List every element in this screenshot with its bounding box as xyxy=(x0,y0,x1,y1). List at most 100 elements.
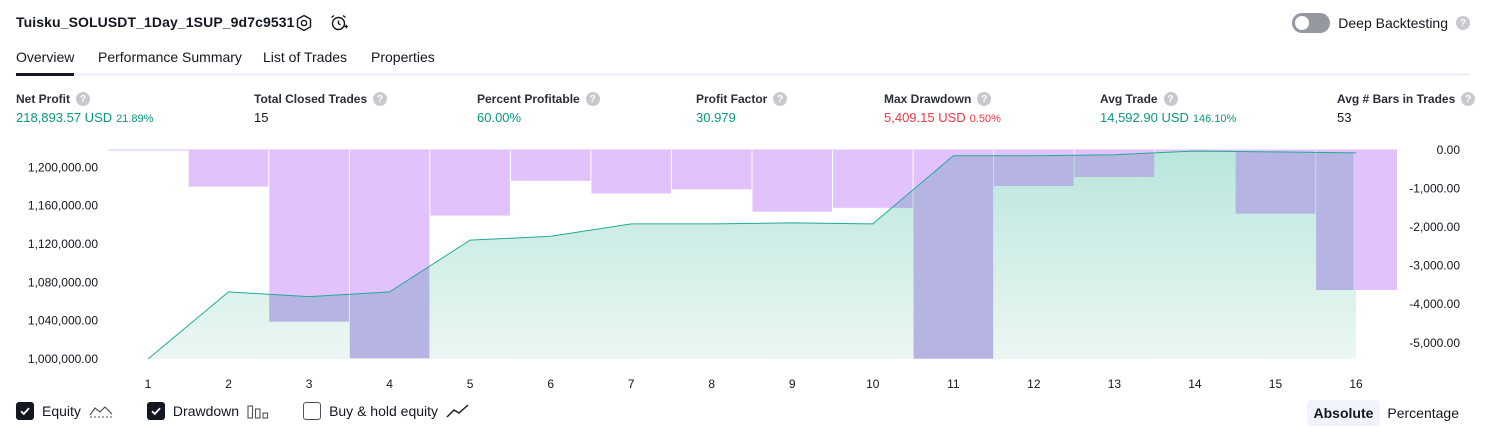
legend-buy-hold-equity[interactable]: Buy & hold equity xyxy=(303,402,470,420)
drawdown-label: Drawdown xyxy=(172,403,240,419)
x-axis-tick-label: 8 xyxy=(708,377,715,391)
metrics-row: Net Profit? 218,893.57 USD 21.89% Total C… xyxy=(0,92,1486,132)
metric-percent: 21.89% xyxy=(116,113,154,125)
drawdown-bar xyxy=(671,150,752,190)
info-icon[interactable]: ? xyxy=(373,92,388,106)
metric-net-profit: Net Profit? 218,893.57 USD 21.89% xyxy=(16,92,153,125)
drawdown-bar xyxy=(752,150,833,212)
drawdown-equity-overlap xyxy=(1235,151,1316,214)
buy-hold-label: Buy & hold equity xyxy=(329,403,439,419)
x-axis-tick-label: 6 xyxy=(547,377,554,391)
drawdown-equity-overlap xyxy=(269,294,349,322)
toggle-knob xyxy=(1295,16,1310,30)
drawdown-bar xyxy=(833,150,913,208)
metric-value: 5,409.15 USD xyxy=(884,110,966,125)
buy-hold-series-icon xyxy=(446,404,469,418)
info-icon[interactable]: ? xyxy=(76,92,90,106)
x-axis-tick-label: 5 xyxy=(467,377,474,391)
drawdown-equity-overlap xyxy=(1074,152,1155,177)
metric-avg-trade: Avg Trade? 14,592.90 USD 146.10% xyxy=(1100,92,1236,125)
left-axis-tick-label: 1,080,000.00 xyxy=(28,275,98,289)
chart-legend: Equity Drawdown Buy & hold equity xyxy=(16,402,504,420)
settings-icon[interactable] xyxy=(293,12,315,34)
strategy-title: Tuisku_SOLUSDT_1Day_1SUP_9d7c9531 xyxy=(16,14,295,30)
drawdown-bar xyxy=(591,150,671,194)
info-icon[interactable]: ? xyxy=(773,92,788,106)
x-axis-tick-label: 10 xyxy=(866,377,880,391)
drawdown-equity-overlap xyxy=(994,155,1074,187)
x-axis-tick-label: 11 xyxy=(947,377,960,391)
drawdown-checkbox[interactable] xyxy=(146,402,165,420)
drawdown-equity-overlap xyxy=(913,155,994,359)
x-axis-tick-label: 4 xyxy=(386,377,393,391)
x-axis-tick-label: 14 xyxy=(1188,377,1202,391)
x-axis-tick-label: 3 xyxy=(306,377,313,391)
metric-value: 53 xyxy=(1337,110,1352,125)
drawdown-equity-overlap xyxy=(1316,152,1354,290)
info-icon[interactable]: ? xyxy=(585,92,600,106)
percentage-button[interactable]: Percentage xyxy=(1380,400,1466,426)
tab-overview[interactable]: Overview xyxy=(16,49,75,76)
equity-checkbox[interactable] xyxy=(16,402,34,420)
right-axis-tick-label: -3,000.00 xyxy=(1409,259,1460,273)
metric-value: 60.00% xyxy=(477,110,522,125)
left-axis-tick-label: 1,160,000.00 xyxy=(28,199,98,213)
deep-backtesting-toggle[interactable] xyxy=(1292,13,1331,33)
metric-label: Net Profit xyxy=(16,92,70,106)
metric-percent: 146.10% xyxy=(1192,113,1237,125)
metric-percent: 0.50% xyxy=(969,113,1001,125)
metric-value: 30.979 xyxy=(696,110,736,125)
metric-label: Percent Profitable xyxy=(477,92,580,106)
display-mode-switch: Absolute Percentage xyxy=(1306,400,1467,426)
buy-hold-checkbox[interactable] xyxy=(303,402,322,420)
metric-percent-profitable: Percent Profitable? 60.00% xyxy=(477,92,600,125)
x-axis-tick-label: 1 xyxy=(145,377,152,391)
metric-label: Avg Trade xyxy=(1100,92,1158,106)
metric-total-closed-trades: Total Closed Trades? 15 xyxy=(254,92,388,125)
metric-label: Max Drawdown xyxy=(884,92,972,106)
right-axis-tick-label: -1,000.00 xyxy=(1409,182,1460,196)
info-icon[interactable]: ? xyxy=(1163,92,1178,106)
left-axis-tick-label: 1,200,000.00 xyxy=(28,160,98,174)
x-axis-tick-label: 7 xyxy=(628,377,635,391)
metric-label: Profit Factor xyxy=(696,92,768,106)
tab-list-of-trades[interactable]: List of Trades xyxy=(263,49,347,73)
left-axis-tick-label: 1,000,000.00 xyxy=(28,352,98,366)
x-axis-tick-label: 2 xyxy=(225,377,232,391)
help-icon[interactable]: ? xyxy=(1456,16,1470,30)
drawdown-bar xyxy=(510,150,591,181)
left-axis-tick-label: 1,120,000.00 xyxy=(28,237,98,251)
top-bar: Tuisku_SOLUSDT_1Day_1SUP_9d7c9531 Deep B… xyxy=(0,0,1486,46)
metric-label: Total Closed Trades xyxy=(254,92,368,106)
x-axis-tick-label: 9 xyxy=(789,377,796,391)
absolute-button[interactable]: Absolute xyxy=(1306,400,1381,426)
drawdown-bar xyxy=(430,150,510,216)
x-axis-tick-label: 12 xyxy=(1027,377,1041,391)
tab-performance-summary[interactable]: Performance Summary xyxy=(98,49,242,73)
tab-bar: Overview Performance Summary List of Tra… xyxy=(16,46,1470,76)
x-axis-tick-label: 16 xyxy=(1349,377,1363,391)
x-axis-tick-label: 15 xyxy=(1269,377,1283,391)
right-axis-tick-label: -2,000.00 xyxy=(1409,220,1460,234)
legend-drawdown[interactable]: Drawdown xyxy=(146,402,269,420)
equity-series-icon xyxy=(89,406,113,418)
right-axis-tick-label: -5,000.00 xyxy=(1409,336,1460,350)
add-alert-icon[interactable] xyxy=(328,12,350,34)
metric-profit-factor: Profit Factor? 30.979 xyxy=(696,92,788,125)
info-icon[interactable]: ? xyxy=(1461,92,1476,106)
metric-max-drawdown: Max Drawdown? 5,409.15 USD 0.50% xyxy=(884,92,1001,125)
metric-value: 14,592.90 USD xyxy=(1100,110,1189,125)
x-axis-tick-label: 13 xyxy=(1108,377,1122,391)
info-icon[interactable]: ? xyxy=(977,92,992,106)
tab-properties[interactable]: Properties xyxy=(371,49,435,73)
legend-equity[interactable]: Equity xyxy=(16,402,113,420)
left-axis-tick-label: 1,040,000.00 xyxy=(28,314,98,328)
metric-label: Avg # Bars in Trades xyxy=(1337,92,1456,106)
right-axis-tick-label: 0.00 xyxy=(1437,143,1461,157)
deep-backtesting-control: Deep Backtesting ? xyxy=(1292,13,1470,33)
deep-backtesting-label: Deep Backtesting xyxy=(1338,15,1448,31)
metric-value: 218,893.57 USD xyxy=(16,110,113,125)
drawdown-series-icon xyxy=(247,405,269,419)
drawdown-bar xyxy=(188,150,269,187)
equity-drawdown-chart[interactable]: 1,000,000.00 1,040,000.00 1,080,000.00 1,12… xyxy=(0,138,1486,398)
